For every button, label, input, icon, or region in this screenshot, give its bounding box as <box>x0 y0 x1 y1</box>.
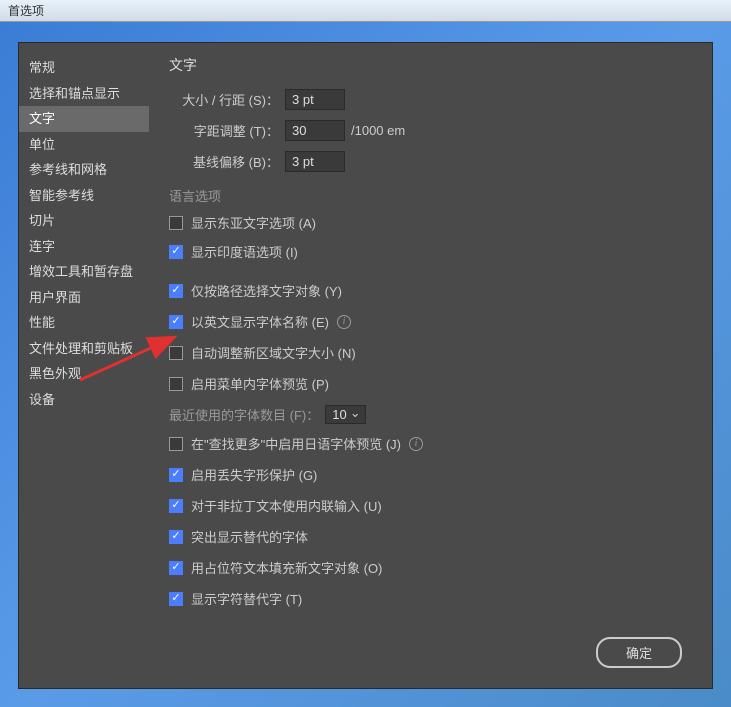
missing-glyph-checkbox[interactable] <box>169 468 183 482</box>
window-title: 首选项 <box>8 4 44 18</box>
recent-fonts-select[interactable]: 10 <box>325 405 365 424</box>
font-preview-checkbox[interactable] <box>169 377 183 391</box>
sidebar-item-10[interactable]: 性能 <box>19 310 149 336</box>
east-asian-row: 显示东亚文字选项 (A) <box>169 213 692 232</box>
japanese-preview-checkbox[interactable] <box>169 437 183 451</box>
preferences-dialog: 常规选择和锚点显示文字单位参考线和网格智能参考线切片连字增效工具和暂存盘用户界面… <box>18 42 713 689</box>
highlight-alt-checkbox[interactable] <box>169 530 183 544</box>
ok-button[interactable]: 确定 <box>596 637 682 668</box>
char-alt-checkbox[interactable] <box>169 592 183 606</box>
sidebar-item-11[interactable]: 文件处理和剪贴板 <box>19 336 149 362</box>
english-fonts-checkbox[interactable] <box>169 315 183 329</box>
titlebar: 首选项 <box>0 0 731 22</box>
button-row: 确定 <box>19 627 712 688</box>
placeholder-fill-row: 用占位符文本填充新文字对象 (O) <box>169 558 692 577</box>
east-asian-label: 显示东亚文字选项 (A) <box>191 213 316 232</box>
tracking-row: 字距调整 (T)： /1000 em <box>169 120 692 141</box>
sidebar-item-4[interactable]: 参考线和网格 <box>19 157 149 183</box>
recent-fonts-row: 最近使用的字体数目 (F)： 10 <box>169 405 692 424</box>
tracking-label: 字距调整 (T)： <box>169 121 279 140</box>
char-alt-label: 显示字符替代字 (T) <box>191 589 302 608</box>
placeholder-fill-label: 用占位符文本填充新文字对象 (O) <box>191 558 382 577</box>
indic-checkbox[interactable] <box>169 245 183 259</box>
baseline-label: 基线偏移 (B)： <box>169 152 279 171</box>
sidebar-item-7[interactable]: 连字 <box>19 234 149 260</box>
select-by-path-checkbox[interactable] <box>169 284 183 298</box>
english-fonts-label: 以英文显示字体名称 (E) <box>191 312 329 331</box>
japanese-preview-row: 在"查找更多"中启用日语字体预览 (J) i <box>169 434 692 453</box>
panel-title: 文字 <box>169 55 692 75</box>
tracking-input[interactable] <box>285 120 345 141</box>
auto-resize-checkbox[interactable] <box>169 346 183 360</box>
sidebar-item-6[interactable]: 切片 <box>19 208 149 234</box>
content-panel: 文字 大小 / 行距 (S)： 字距调整 (T)： /1000 em 基线偏移 … <box>149 43 712 627</box>
tracking-unit: /1000 em <box>351 123 405 138</box>
size-leading-label: 大小 / 行距 (S)： <box>169 90 279 109</box>
sidebar-item-8[interactable]: 增效工具和暂存盘 <box>19 259 149 285</box>
inline-input-row: 对于非拉丁文本使用内联输入 (U) <box>169 496 692 515</box>
font-preview-row: 启用菜单内字体预览 (P) <box>169 374 692 393</box>
indic-row: 显示印度语选项 (I) <box>169 242 692 261</box>
char-alt-row: 显示字符替代字 (T) <box>169 589 692 608</box>
english-fonts-row: 以英文显示字体名称 (E) i <box>169 312 692 331</box>
select-by-path-label: 仅按路径选择文字对象 (Y) <box>191 281 342 300</box>
select-by-path-row: 仅按路径选择文字对象 (Y) <box>169 281 692 300</box>
auto-resize-row: 自动调整新区域文字大小 (N) <box>169 343 692 362</box>
sidebar-item-12[interactable]: 黑色外观 <box>19 361 149 387</box>
language-section-title: 语言选项 <box>169 186 692 205</box>
east-asian-checkbox[interactable] <box>169 216 183 230</box>
recent-fonts-label: 最近使用的字体数目 (F)： <box>169 405 319 424</box>
indic-label: 显示印度语选项 (I) <box>191 242 298 261</box>
sidebar-item-1[interactable]: 选择和锚点显示 <box>19 81 149 107</box>
sidebar-item-13[interactable]: 设备 <box>19 387 149 413</box>
highlight-alt-row: 突出显示替代的字体 <box>169 527 692 546</box>
sidebar-item-2[interactable]: 文字 <box>19 106 149 132</box>
baseline-row: 基线偏移 (B)： <box>169 151 692 172</box>
font-preview-label: 启用菜单内字体预览 (P) <box>191 374 329 393</box>
sidebar-item-0[interactable]: 常规 <box>19 55 149 81</box>
missing-glyph-row: 启用丢失字形保护 (G) <box>169 465 692 484</box>
japanese-preview-label: 在"查找更多"中启用日语字体预览 (J) <box>191 434 401 453</box>
size-leading-row: 大小 / 行距 (S)： <box>169 89 692 110</box>
info-icon[interactable]: i <box>337 315 351 329</box>
highlight-alt-label: 突出显示替代的字体 <box>191 527 308 546</box>
size-leading-input[interactable] <box>285 89 345 110</box>
sidebar-item-9[interactable]: 用户界面 <box>19 285 149 311</box>
sidebar-item-5[interactable]: 智能参考线 <box>19 183 149 209</box>
auto-resize-label: 自动调整新区域文字大小 (N) <box>191 343 356 362</box>
inline-input-label: 对于非拉丁文本使用内联输入 (U) <box>191 496 382 515</box>
info-icon[interactable]: i <box>409 437 423 451</box>
baseline-input[interactable] <box>285 151 345 172</box>
sidebar: 常规选择和锚点显示文字单位参考线和网格智能参考线切片连字增效工具和暂存盘用户界面… <box>19 43 149 627</box>
inline-input-checkbox[interactable] <box>169 499 183 513</box>
sidebar-item-3[interactable]: 单位 <box>19 132 149 158</box>
placeholder-fill-checkbox[interactable] <box>169 561 183 575</box>
missing-glyph-label: 启用丢失字形保护 (G) <box>191 465 317 484</box>
